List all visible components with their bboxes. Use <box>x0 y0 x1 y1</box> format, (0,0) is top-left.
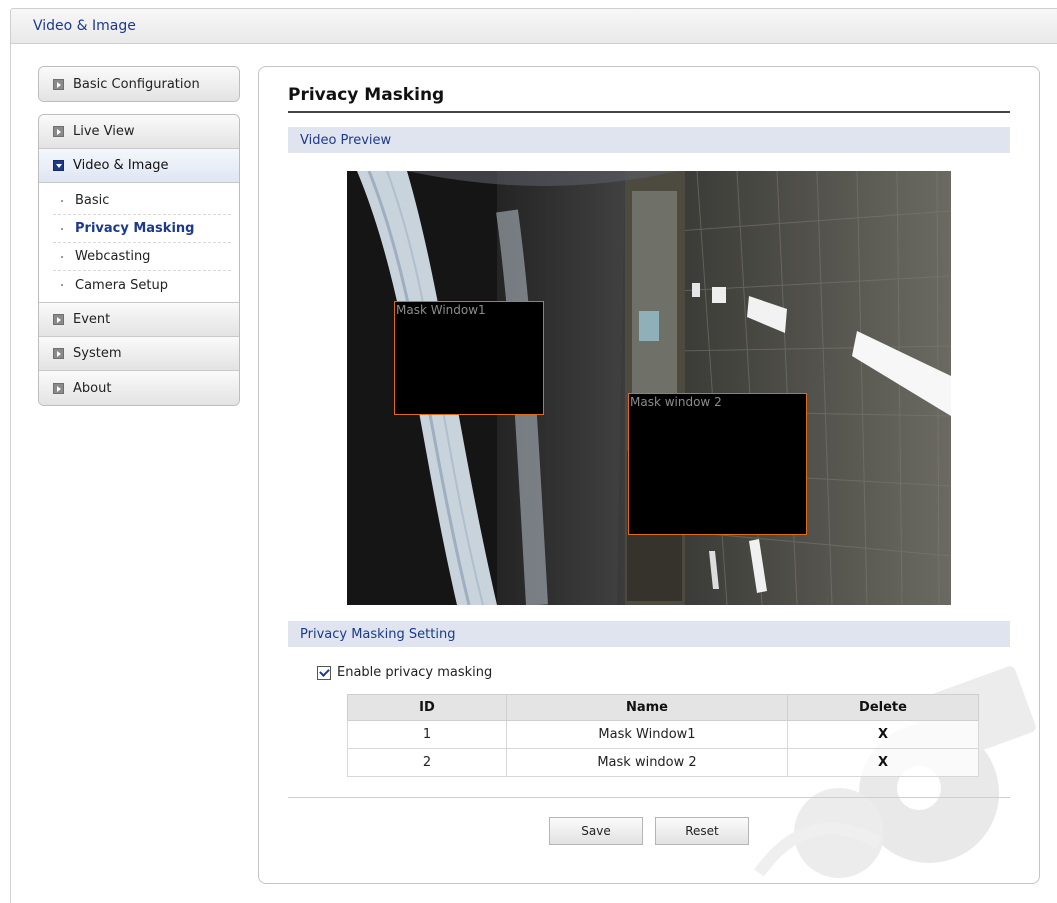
top-header: Video & Image <box>10 8 1057 44</box>
column-header-name: Name <box>506 694 788 721</box>
mask-window-label: Mask Window1 <box>396 303 486 317</box>
mask-window-2[interactable]: Mask window 2 <box>628 393 807 535</box>
nav-item-label: Video & Image <box>73 158 169 173</box>
expand-arrow-icon <box>53 78 64 90</box>
column-header-id: ID <box>347 694 507 721</box>
enable-privacy-masking-label[interactable]: Enable privacy masking <box>337 665 492 680</box>
save-button[interactable]: Save <box>549 817 643 845</box>
sub-item-label: Webcasting <box>75 249 151 264</box>
delete-x-icon[interactable]: X <box>878 755 888 770</box>
nav-item-event[interactable]: Event <box>39 303 239 337</box>
expand-arrow-icon <box>53 126 64 137</box>
sub-item-label: Privacy Masking <box>75 221 195 236</box>
nav-item-live-view[interactable]: Live View <box>39 115 239 149</box>
nav-group-main: Live View Video & Image Basic Privacy Ma… <box>38 114 240 406</box>
nav-item-label: System <box>73 346 122 361</box>
bullet-icon <box>61 255 63 258</box>
video-preview[interactable]: Mask Window1 Mask window 2 <box>347 171 951 605</box>
cell-id: 2 <box>347 748 507 777</box>
collapse-arrow-icon <box>53 160 64 171</box>
nav-item-about[interactable]: About <box>39 371 239 405</box>
page-title: Privacy Masking <box>288 85 445 105</box>
cell-name: Mask window 2 <box>506 748 788 777</box>
cell-id: 1 <box>347 720 507 749</box>
cell-delete: X <box>787 720 979 749</box>
expand-arrow-icon <box>53 314 64 325</box>
sub-item-label: Camera Setup <box>75 277 168 293</box>
bullet-icon <box>61 199 63 202</box>
table-row[interactable]: 1 Mask Window1 X <box>347 720 979 749</box>
sub-item-label: Basic <box>75 193 110 208</box>
section-header-video-preview: Video Preview <box>288 127 1010 153</box>
title-divider <box>288 111 1010 113</box>
nav-item-label: Event <box>73 312 111 327</box>
nav-item-system[interactable]: System <box>39 337 239 371</box>
main-panel: Privacy Masking Video Preview Mask Windo… <box>258 66 1040 884</box>
cell-delete: X <box>787 748 979 777</box>
nav-item-label: Basic Configuration <box>73 76 200 92</box>
nav-item-basic-configuration[interactable]: Basic Configuration <box>39 67 239 101</box>
footer-divider <box>288 797 1010 798</box>
enable-privacy-masking-row: Enable privacy masking <box>317 665 492 680</box>
expand-arrow-icon <box>53 348 64 359</box>
sub-item-camera-setup[interactable]: Camera Setup <box>53 271 231 299</box>
header-title: Video & Image <box>33 18 136 34</box>
mask-table: ID Name Delete 1 Mask Window1 X 2 Mask w… <box>347 694 979 777</box>
nav-group-basic-configuration: Basic Configuration <box>38 66 240 102</box>
nav-item-label: Live View <box>73 124 135 139</box>
video-image-submenu: Basic Privacy Masking Webcasting Camera … <box>39 183 239 303</box>
sub-item-privacy-masking[interactable]: Privacy Masking <box>53 215 231 243</box>
table-header-row: ID Name Delete <box>347 694 979 721</box>
mask-window-label: Mask window 2 <box>630 395 722 409</box>
left-border <box>10 44 11 903</box>
cell-name: Mask Window1 <box>506 720 788 749</box>
column-header-delete: Delete <box>787 694 979 721</box>
table-row[interactable]: 2 Mask window 2 X <box>347 748 979 777</box>
nav-item-label: About <box>73 380 112 396</box>
reset-button[interactable]: Reset <box>655 817 749 845</box>
sub-item-basic[interactable]: Basic <box>53 187 231 215</box>
expand-arrow-icon <box>53 382 64 394</box>
bullet-icon <box>61 284 63 286</box>
delete-x-icon[interactable]: X <box>878 727 888 742</box>
enable-privacy-masking-checkbox[interactable] <box>317 665 331 680</box>
mask-window-1[interactable]: Mask Window1 <box>394 301 544 415</box>
sub-item-webcasting[interactable]: Webcasting <box>53 243 231 271</box>
bullet-icon <box>61 227 63 230</box>
nav-item-video-image[interactable]: Video & Image <box>39 149 239 183</box>
